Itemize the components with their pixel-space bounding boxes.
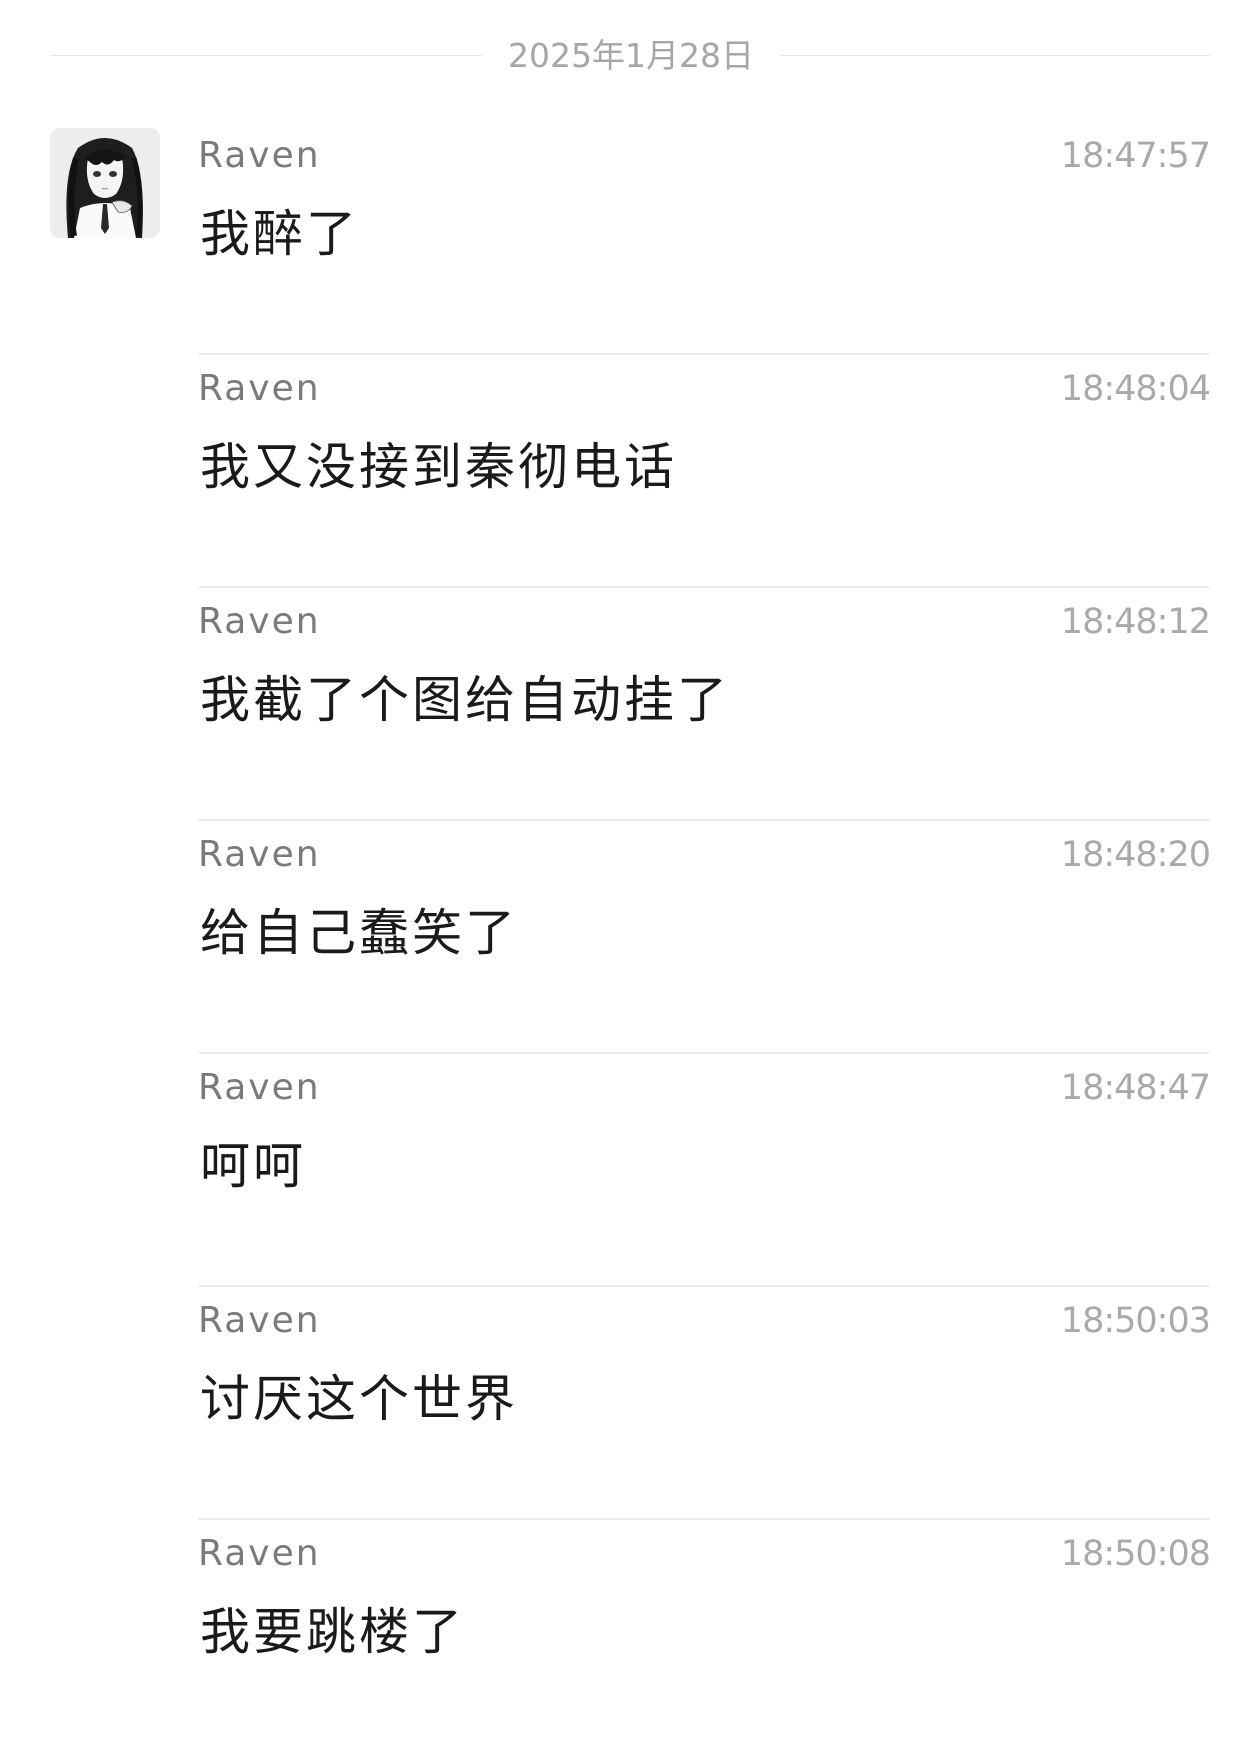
message-list[interactable]: Raven 18:47:57 我醉了 Raven 18:48:04 我又没接到秦… bbox=[198, 122, 1211, 1753]
message-item[interactable]: Raven 18:47:57 我醉了 bbox=[198, 122, 1211, 355]
message-sender: Raven bbox=[198, 135, 321, 176]
message-sender: Raven bbox=[198, 1533, 321, 1574]
message-text[interactable]: 我截了个图给自动挂了 bbox=[200, 668, 730, 732]
message-text[interactable]: 给自己蠢笑了 bbox=[200, 901, 518, 965]
avatar[interactable] bbox=[50, 128, 160, 238]
message-time: 18:50:08 bbox=[1060, 1534, 1211, 1574]
message-item[interactable]: Raven 18:48:20 给自己蠢笑了 bbox=[198, 821, 1211, 1054]
date-label: 2025年1月28日 bbox=[508, 36, 754, 75]
message-item[interactable]: Raven 18:50:08 我要跳楼了 bbox=[198, 1520, 1211, 1753]
message-sender: Raven bbox=[198, 1300, 321, 1341]
date-divider: 2025年1月28日 bbox=[50, 36, 1210, 76]
message-sender: Raven bbox=[198, 368, 321, 409]
message-text[interactable]: 我又没接到秦彻电话 bbox=[200, 435, 677, 499]
message-time: 18:50:03 bbox=[1060, 1301, 1211, 1341]
message-time: 18:48:12 bbox=[1060, 602, 1211, 642]
message-item[interactable]: Raven 18:50:03 讨厌这个世界 bbox=[198, 1287, 1211, 1520]
message-text[interactable]: 我醉了 bbox=[200, 202, 359, 266]
message-sender: Raven bbox=[198, 834, 321, 875]
divider-line-left bbox=[50, 55, 482, 56]
message-item[interactable]: Raven 18:48:47 呵呵 bbox=[198, 1054, 1211, 1287]
anime-girl-avatar-icon bbox=[50, 128, 160, 238]
message-time: 18:47:57 bbox=[1060, 136, 1211, 176]
message-time: 18:48:47 bbox=[1060, 1068, 1211, 1108]
message-time: 18:48:04 bbox=[1060, 369, 1211, 409]
message-text[interactable]: 呵呵 bbox=[200, 1134, 306, 1198]
message-text[interactable]: 我要跳楼了 bbox=[200, 1600, 465, 1664]
message-text[interactable]: 讨厌这个世界 bbox=[200, 1367, 518, 1431]
message-item[interactable]: Raven 18:48:04 我又没接到秦彻电话 bbox=[198, 355, 1211, 588]
message-sender: Raven bbox=[198, 601, 321, 642]
message-item[interactable]: Raven 18:48:12 我截了个图给自动挂了 bbox=[198, 588, 1211, 821]
message-sender: Raven bbox=[198, 1067, 321, 1108]
divider-line-right bbox=[780, 55, 1210, 56]
message-time: 18:48:20 bbox=[1060, 835, 1211, 875]
